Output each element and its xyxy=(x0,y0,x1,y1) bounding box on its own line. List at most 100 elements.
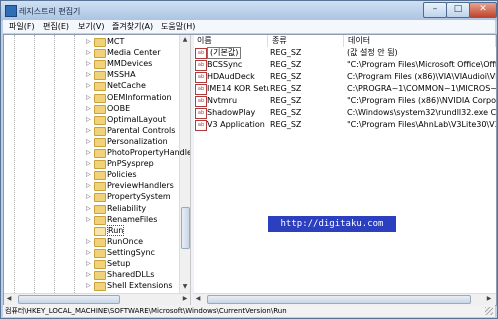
expand-arrow-icon[interactable]: ▷ xyxy=(86,94,91,101)
folder-icon xyxy=(94,248,106,258)
value-data: C:\Program Files (x86)\VIA\VIAudioi\VDe xyxy=(347,72,496,81)
tree-horizontal-scrollbar[interactable]: ◀ ▶ xyxy=(4,293,190,305)
column-header-data[interactable]: 데이터 xyxy=(344,35,496,47)
tree-item[interactable]: Run xyxy=(4,224,180,236)
value-type: REG_SZ xyxy=(270,72,302,81)
tree-item[interactable]: ▷ PnPSysprep xyxy=(4,158,180,170)
scroll-right-icon[interactable]: ▶ xyxy=(484,294,494,304)
scroll-up-icon[interactable]: ▲ xyxy=(180,35,190,45)
minimize-button[interactable]: – xyxy=(423,2,447,18)
tree-item[interactable]: ▷ SharedDLLs xyxy=(4,269,180,281)
expand-arrow-icon[interactable]: ▷ xyxy=(86,205,91,212)
tree-vertical-scrollbar[interactable]: ▲ ▼ xyxy=(179,35,190,293)
string-value-icon: ab xyxy=(195,60,207,71)
tree-item[interactable]: ▷ MSSHA xyxy=(4,69,180,81)
expand-arrow-icon[interactable]: ▷ xyxy=(86,149,91,156)
expand-arrow-icon[interactable]: ▷ xyxy=(86,160,91,167)
scroll-left-icon[interactable]: ◀ xyxy=(193,294,203,304)
list-horizontal-scrollbar[interactable]: ◀ ▶ xyxy=(193,293,496,305)
expand-arrow-icon[interactable]: ▷ xyxy=(86,49,91,56)
tree-item-label: Reliability xyxy=(107,203,147,213)
tree-item[interactable]: ▷ Media Center xyxy=(4,47,180,59)
expand-arrow-icon[interactable]: ▷ xyxy=(86,249,91,256)
tree-item[interactable]: ▷ Policies xyxy=(4,169,180,181)
tree-item[interactable]: ▷ RunOnce xyxy=(4,236,180,247)
expand-arrow-icon[interactable]: ▷ xyxy=(86,282,91,289)
tree-item[interactable]: ▷ OOBE xyxy=(4,103,180,114)
value-row[interactable]: abIME14 KOR SetupREG_SZ C:\PROGRA~1\COMMO… xyxy=(193,83,496,95)
value-row[interactable]: ab (기본값) REG_SZ (값 설정 안 됨) xyxy=(193,47,496,59)
expand-arrow-icon[interactable]: ▷ xyxy=(86,193,91,200)
folder-icon xyxy=(94,49,106,59)
folder-icon xyxy=(94,215,106,225)
tree-item-label: SettingSync xyxy=(107,247,155,257)
folder-icon xyxy=(94,271,106,281)
key-tree[interactable]: ▲ ▼ ◀ ▶ ▷ MCT ▷ Media Center ▷ MMDevices ▷ MSSH… xyxy=(4,35,190,305)
tree-item[interactable]: ▷ Reliability xyxy=(4,203,180,214)
menu-help[interactable]: 도움말(H) xyxy=(159,21,197,32)
value-row[interactable]: ab BCSSync REG_SZ "C:\Program Files\Microso… xyxy=(193,59,496,71)
expand-arrow-icon[interactable]: ▷ xyxy=(86,38,91,45)
expand-arrow-icon[interactable]: ▷ xyxy=(86,271,91,278)
menu-edit[interactable]: 편집(E) xyxy=(41,21,71,32)
folder-icon xyxy=(94,82,106,92)
expand-arrow-icon[interactable]: ▷ xyxy=(86,216,91,223)
tree-item[interactable]: ▷ Shell Extensions xyxy=(4,280,180,292)
expand-arrow-icon[interactable]: ▷ xyxy=(86,127,91,134)
tree-item[interactable]: ▷ PropertySystem xyxy=(4,191,180,203)
tree-item[interactable]: ▷ OptimalLayout xyxy=(4,114,180,125)
folder-icon xyxy=(94,126,106,136)
tree-item[interactable]: ▷ MMDevices xyxy=(4,58,180,70)
tree-item[interactable]: ▷ PhotoPropertyHandler xyxy=(4,147,190,158)
expand-arrow-icon[interactable]: ▷ xyxy=(86,71,91,78)
tree-item-label: MCT xyxy=(107,37,125,46)
scroll-down-icon[interactable]: ▼ xyxy=(180,282,190,292)
scroll-left-icon[interactable]: ◀ xyxy=(4,294,14,304)
tree-hscroll-thumb[interactable] xyxy=(18,295,120,304)
tree-item[interactable]: ▷ MCT xyxy=(4,36,180,47)
value-row[interactable]: ab HDAudDeck REG_SZ C:\Program Files (x86)\… xyxy=(193,71,496,83)
menu-favorites[interactable]: 즐겨찾기(A) xyxy=(110,21,155,32)
value-row[interactable]: ab Nvtmru REG_SZ "C:\Program Files (x86)\NV… xyxy=(193,95,496,107)
folder-icon xyxy=(94,160,106,170)
value-type: REG_SZ xyxy=(270,48,302,57)
column-header-type[interactable]: 종류 xyxy=(268,35,344,47)
expand-arrow-icon[interactable]: ▷ xyxy=(86,260,91,267)
expand-arrow-icon[interactable]: ▷ xyxy=(86,116,91,123)
tree-item[interactable]: ▷ OEMInformation xyxy=(4,92,180,103)
tree-item[interactable]: ▷ Parental Controls xyxy=(4,125,180,136)
expand-arrow-icon[interactable]: ▷ xyxy=(86,171,91,178)
tree-item-label: PnPSysprep xyxy=(107,159,154,169)
value-row[interactable]: ab ShadowPlay REG_SZ C:\Windows\system32\ru… xyxy=(193,107,496,119)
folder-icon xyxy=(94,71,106,81)
maximize-button[interactable]: □ xyxy=(446,2,470,18)
values-list[interactable]: 이름 종류 데이터 ab (기본값) REG_SZ (값 설정 안 됨) ab BCSSy… xyxy=(193,35,496,305)
list-hscroll-thumb[interactable] xyxy=(207,295,471,304)
tree-item-label: Shell Extensions xyxy=(107,281,173,291)
column-header-name[interactable]: 이름 xyxy=(193,35,268,47)
expand-arrow-icon[interactable]: ▷ xyxy=(86,138,91,145)
expand-arrow-icon[interactable]: ▷ xyxy=(86,60,91,67)
tree-item[interactable]: ▷ RenameFiles xyxy=(4,214,180,225)
string-value-icon: ab xyxy=(195,108,207,119)
tree-item-label: RenameFiles xyxy=(107,214,158,224)
status-bar: 컴퓨터\HKEY_LOCAL_MACHINE\SOFTWARE\Microsof… xyxy=(3,305,495,317)
menu-file[interactable]: 파일(F) xyxy=(7,21,37,32)
expand-arrow-icon[interactable]: ▷ xyxy=(86,82,91,89)
expand-arrow-icon[interactable]: ▷ xyxy=(86,105,91,112)
tree-scroll-thumb[interactable] xyxy=(181,207,190,249)
scroll-right-icon[interactable]: ▶ xyxy=(180,294,190,304)
expand-arrow-icon[interactable]: ▷ xyxy=(86,238,91,245)
expand-arrow-icon[interactable]: ▷ xyxy=(86,182,91,189)
menu-view[interactable]: 보기(V) xyxy=(76,21,106,32)
string-value-icon: ab xyxy=(195,72,207,83)
close-button[interactable]: ✕ xyxy=(469,2,497,18)
value-row[interactable]: ab V3 Application REG_SZ "C:\Program Files\… xyxy=(193,119,496,131)
tree-item[interactable]: ▷ Personalization xyxy=(4,136,180,147)
tree-item[interactable]: ▷ NetCache xyxy=(4,80,180,92)
tree-item[interactable]: ▷ PreviewHandlers xyxy=(4,180,180,192)
tree-item-label: Policies xyxy=(107,170,137,180)
resize-grip-icon[interactable] xyxy=(485,307,493,315)
tree-item[interactable]: ▷ SettingSync xyxy=(4,247,180,258)
tree-item[interactable]: ▷ Setup xyxy=(4,258,180,269)
